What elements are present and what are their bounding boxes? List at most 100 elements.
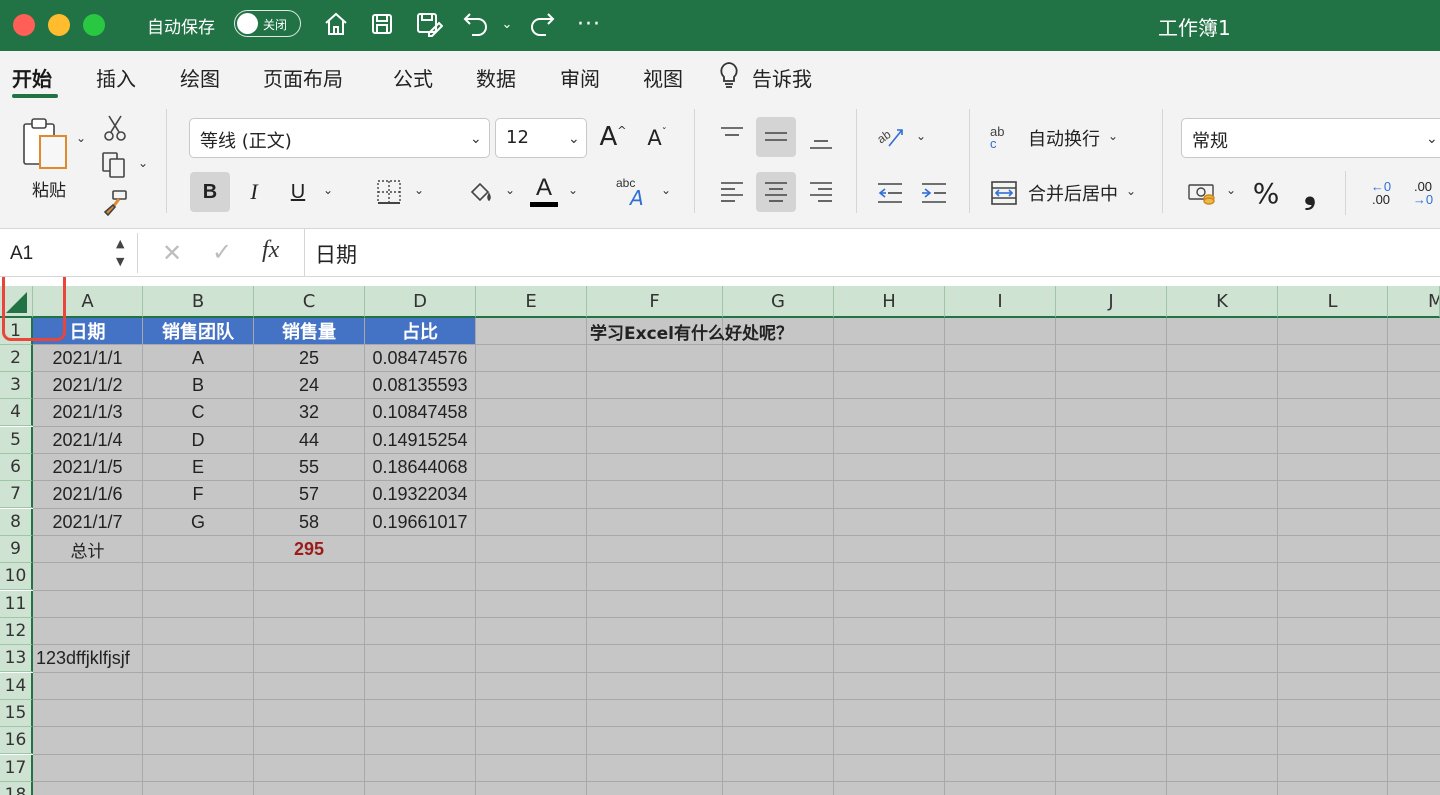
cell-b2[interactable]: A: [143, 345, 253, 372]
row-header[interactable]: 6: [0, 454, 33, 481]
column-header-l[interactable]: L: [1278, 286, 1388, 318]
row-header[interactable]: 8: [0, 509, 33, 536]
cell-d3[interactable]: 0.08135593: [365, 372, 475, 399]
accounting-format-chevron-icon[interactable]: ⌄: [1226, 183, 1236, 197]
undo-dropdown-chevron-icon[interactable]: ⌄: [498, 8, 516, 40]
row-header[interactable]: 11: [0, 591, 33, 618]
underline-chevron-icon[interactable]: ⌄: [323, 183, 333, 197]
align-center-icon[interactable]: [756, 172, 796, 212]
save-as-icon[interactable]: [413, 8, 445, 40]
copy-icon[interactable]: [98, 149, 132, 181]
row-header[interactable]: 16: [0, 727, 33, 754]
tab-review[interactable]: 审阅: [560, 63, 600, 92]
cut-icon[interactable]: [100, 113, 130, 143]
column-header-k[interactable]: K: [1167, 286, 1278, 318]
cell-b1[interactable]: 销售团队: [143, 318, 253, 344]
orientation-icon[interactable]: ab: [872, 117, 908, 155]
cell-a4[interactable]: 2021/1/3: [33, 399, 142, 426]
column-header-b[interactable]: B: [143, 286, 254, 318]
tab-data[interactable]: 数据: [476, 63, 516, 92]
shrink-font-icon[interactable]: Aˇ: [642, 123, 672, 153]
home-icon[interactable]: [320, 8, 352, 40]
tab-insert[interactable]: 插入: [96, 63, 136, 92]
row-header[interactable]: 3: [0, 372, 33, 399]
name-box-up-icon[interactable]: ▲: [116, 237, 124, 250]
undo-icon[interactable]: [460, 8, 492, 40]
minimize-window-button[interactable]: [48, 14, 70, 36]
cell-c1[interactable]: 销售量: [254, 318, 364, 344]
cell-c7[interactable]: 57: [254, 481, 364, 508]
cell-a8[interactable]: 2021/1/7: [33, 509, 142, 536]
cell-b4[interactable]: C: [143, 399, 253, 426]
tab-draw[interactable]: 绘图: [180, 63, 220, 92]
cell-d7[interactable]: 0.19322034: [365, 481, 475, 508]
decrease-decimal-button[interactable]: .00 →0: [1406, 175, 1440, 211]
decrease-indent-icon[interactable]: [872, 175, 908, 211]
cell-f1[interactable]: 学习Excel有什么好处呢？: [587, 318, 847, 344]
comma-style-button[interactable]: ❟: [1295, 175, 1325, 211]
font-name-select[interactable]: 等线 (正文) ⌄: [189, 118, 490, 158]
fill-color-icon[interactable]: [465, 175, 497, 209]
name-box-down-icon[interactable]: ▼: [116, 255, 124, 268]
orientation-chevron-icon[interactable]: ⌄: [916, 129, 926, 143]
fill-color-chevron-icon[interactable]: ⌄: [505, 183, 515, 197]
cell-a13[interactable]: 123dffjklfjsjf: [33, 645, 253, 672]
row-header[interactable]: 12: [0, 618, 33, 645]
row-header[interactable]: 2: [0, 345, 33, 372]
cell-c5[interactable]: 44: [254, 427, 364, 454]
text-effects-icon[interactable]: abc A: [616, 175, 654, 211]
enter-icon[interactable]: ✓: [212, 238, 232, 266]
lightbulb-icon[interactable]: [718, 61, 740, 94]
cell-d4[interactable]: 0.10847458: [365, 399, 475, 426]
redo-icon[interactable]: [526, 8, 558, 40]
merge-center-button[interactable]: 合并后居中 ⌄: [990, 174, 1150, 212]
cell-d6[interactable]: 0.18644068: [365, 454, 475, 481]
cell-b8[interactable]: G: [143, 509, 253, 536]
cell-c9[interactable]: 295: [254, 536, 364, 563]
copy-dropdown-chevron-icon[interactable]: ⌄: [138, 156, 148, 170]
row-header[interactable]: 15: [0, 700, 33, 727]
cell-d2[interactable]: 0.08474576: [365, 345, 475, 372]
row-header[interactable]: 7: [0, 481, 33, 508]
row-header[interactable]: 14: [0, 673, 33, 700]
cell-c8[interactable]: 58: [254, 509, 364, 536]
tab-view[interactable]: 视图: [643, 63, 683, 92]
column-header-f[interactable]: F: [587, 286, 723, 318]
format-painter-icon[interactable]: [100, 187, 130, 217]
font-size-select[interactable]: 12 ⌄: [495, 118, 587, 158]
align-right-icon[interactable]: [802, 173, 840, 211]
column-header-i[interactable]: I: [945, 286, 1056, 318]
borders-chevron-icon[interactable]: ⌄: [414, 183, 424, 197]
column-header-e[interactable]: E: [476, 286, 587, 318]
autosave-toggle[interactable]: 关闭: [234, 10, 301, 37]
row-header[interactable]: 5: [0, 427, 33, 454]
cell-b3[interactable]: B: [143, 372, 253, 399]
italic-button[interactable]: I: [236, 172, 272, 212]
column-header-m[interactable]: M: [1388, 286, 1440, 318]
percent-style-button[interactable]: %: [1249, 175, 1283, 211]
align-middle-icon[interactable]: [756, 117, 796, 157]
cell-d5[interactable]: 0.14915254: [365, 427, 475, 454]
wrap-text-button[interactable]: ab c 自动换行 ⌄: [990, 119, 1140, 157]
grow-font-icon[interactable]: A ^: [597, 121, 629, 153]
bold-button[interactable]: B: [190, 172, 230, 212]
align-bottom-icon[interactable]: [802, 121, 840, 159]
column-header-g[interactable]: G: [723, 286, 834, 318]
column-header-d[interactable]: D: [365, 286, 476, 318]
underline-button[interactable]: U: [280, 172, 316, 212]
cell-a5[interactable]: 2021/1/4: [33, 427, 142, 454]
cell-d1[interactable]: 占比: [365, 318, 475, 344]
column-header-h[interactable]: H: [834, 286, 945, 318]
insert-function-icon[interactable]: fx: [262, 237, 279, 264]
increase-decimal-button[interactable]: ←0 .00: [1364, 175, 1398, 211]
tab-formulas[interactable]: 公式: [393, 63, 433, 92]
font-color-chevron-icon[interactable]: ⌄: [568, 183, 578, 197]
row-header[interactable]: 18: [0, 782, 33, 795]
save-icon[interactable]: [366, 8, 398, 40]
align-left-icon[interactable]: [713, 173, 751, 211]
cancel-icon[interactable]: ✕: [162, 239, 182, 267]
text-effects-chevron-icon[interactable]: ⌄: [661, 183, 671, 197]
number-format-select[interactable]: 常规 ⌄: [1181, 118, 1440, 158]
column-header-c[interactable]: C: [254, 286, 365, 318]
align-top-icon[interactable]: [713, 117, 751, 155]
